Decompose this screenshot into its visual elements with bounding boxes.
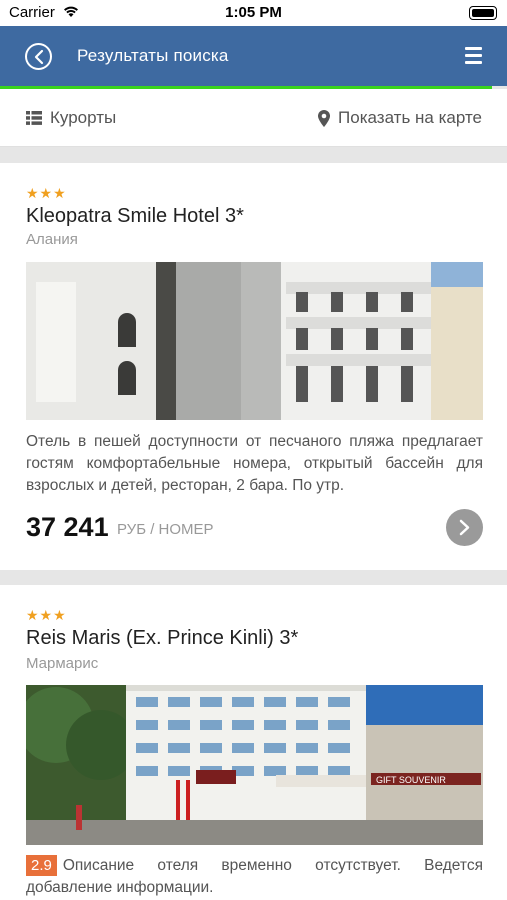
- show-map-button[interactable]: Показать на карте: [318, 108, 482, 128]
- filter-bar: Курорты Показать на карте: [0, 89, 507, 147]
- back-button[interactable]: [25, 43, 52, 70]
- hotel-price: 37 241: [26, 512, 109, 542]
- map-pin-icon: [318, 109, 331, 127]
- status-bar: Carrier 1:05 PM: [0, 0, 507, 26]
- resorts-button[interactable]: Курорты: [26, 108, 116, 128]
- hotel-description: Отель в пешей доступности от песчаного п…: [26, 433, 483, 494]
- show-map-label: Показать на карте: [338, 108, 482, 127]
- hotel-city: Мармарис: [26, 655, 99, 672]
- hotel-name[interactable]: Kleopatra Smile Hotel 3*: [26, 205, 244, 228]
- star-rating: ★★★: [26, 185, 67, 201]
- hotel-photo[interactable]: GIFT SOUVENIR: [26, 685, 483, 845]
- hotel-name[interactable]: Reis Maris (Ex. Prince Kinli) 3*: [26, 627, 298, 650]
- photo-shop-sign: GIFT SOUVENIR: [376, 775, 446, 785]
- nav-bar: Результаты поиска: [0, 26, 507, 86]
- hotel-photo[interactable]: [26, 262, 483, 420]
- hamburger-menu-icon[interactable]: [465, 47, 482, 64]
- battery-icon: [469, 6, 497, 20]
- hotel-card[interactable]: ★★★ Kleopatra Smile Hotel 3* Алания Отел…: [0, 163, 507, 570]
- clock: 1:05 PM: [225, 4, 282, 21]
- list-icon: [26, 111, 42, 125]
- star-rating: ★★★: [26, 607, 67, 623]
- page-title: Результаты поиска: [77, 46, 229, 65]
- hotel-description: 2.9 Описание отеля временно отсутствует. …: [26, 855, 483, 899]
- chevron-right-icon: [459, 519, 470, 536]
- hotel-card[interactable]: ★★★ Reis Maris (Ex. Prince Kinli) 3* Мар…: [0, 585, 507, 900]
- rating-badge: 2.9: [26, 855, 57, 876]
- hotel-city: Алания: [26, 231, 78, 248]
- price-unit: РУБ / НОМЕР: [117, 521, 214, 538]
- chevron-left-icon: [34, 49, 44, 65]
- resorts-label: Курорты: [50, 108, 117, 127]
- open-hotel-button[interactable]: [446, 509, 483, 546]
- hotel-description-text: Описание отеля временно отсутствует. Вед…: [26, 857, 483, 896]
